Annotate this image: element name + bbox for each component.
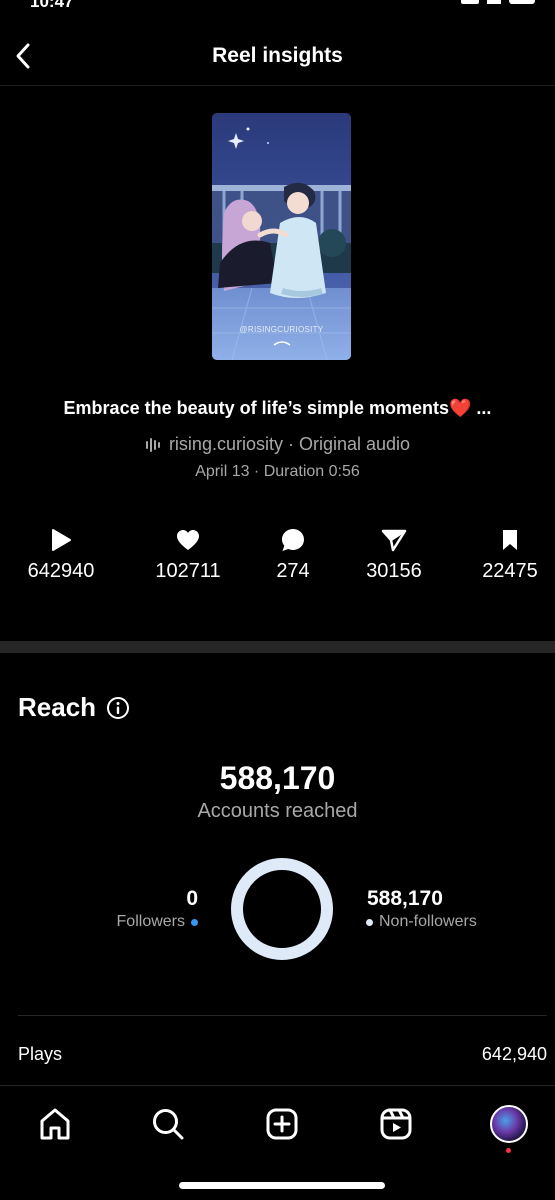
heart-icon (177, 530, 199, 550)
stat-plays[interactable]: 642940 (6, 526, 116, 583)
status-bar: 10:47 (0, 0, 555, 14)
non-followers-value: 588,170 (367, 887, 443, 910)
tab-profile[interactable] (489, 1104, 529, 1153)
likes-count: 102711 (155, 560, 221, 582)
comment-icon (282, 529, 304, 551)
create-icon (266, 1108, 298, 1140)
audio-label: · Original audio (282, 434, 411, 454)
non-followers-dot (366, 918, 373, 926)
followers-legend: Followers (117, 913, 198, 931)
reach-title: Reach (18, 692, 97, 722)
plays-count: 642940 (27, 560, 95, 582)
non-followers-legend: Non-followers (366, 913, 477, 931)
reels-icon (380, 1108, 412, 1140)
home-icon (40, 1108, 70, 1140)
search-icon (153, 1109, 184, 1140)
stats-row: 642940 102711 274 30156 22475 (0, 526, 555, 586)
info-icon[interactable] (106, 696, 130, 720)
header: Reel insights (0, 30, 555, 86)
accounts-reached-value: 588,170 (219, 760, 336, 796)
status-time: 10:47 (30, 0, 74, 11)
row-divider (18, 1015, 547, 1016)
heart-emoji: ❤️ (449, 398, 472, 418)
status-icons (461, 0, 535, 4)
wifi-icon (487, 0, 501, 4)
followers-label: Followers (116, 913, 185, 930)
reel-thumbnail[interactable]: @RISINGCURIOSITY (212, 113, 351, 360)
non-followers-segment (231, 858, 333, 960)
account-name: rising.curiosity (168, 434, 283, 454)
battery-icon (509, 0, 535, 4)
tab-home[interactable] (35, 1104, 75, 1144)
stat-likes[interactable]: 102711 (133, 526, 243, 583)
non-followers-label: Non-followers (379, 913, 477, 930)
plays-row: Plays 642,940 (18, 1044, 547, 1065)
profile-avatar (490, 1105, 528, 1143)
send-icon (381, 529, 407, 552)
tab-reels[interactable] (376, 1104, 416, 1144)
saves-count: 22475 (482, 560, 538, 582)
date-duration: April 13 · Duration 0:56 (195, 463, 360, 480)
stat-shares[interactable]: 30156 (339, 526, 449, 583)
bookmark-icon (503, 530, 517, 550)
plays-row-value: 642,940 (481, 1044, 547, 1064)
followers-dot (191, 918, 198, 926)
section-divider (0, 641, 555, 653)
audio-wave-icon (145, 438, 160, 453)
followers-value: 0 (186, 887, 198, 910)
stat-saves[interactable]: 22475 (455, 526, 555, 583)
stat-comments[interactable]: 274 (238, 526, 348, 583)
reach-donut-chart (231, 858, 333, 960)
plays-row-label: Plays (18, 1044, 63, 1064)
comments-count: 274 (276, 560, 310, 582)
notification-dot (506, 1148, 511, 1153)
shares-count: 30156 (366, 560, 422, 582)
reach-heading: Reach (18, 692, 130, 723)
tab-create[interactable] (262, 1104, 302, 1144)
home-indicator (179, 1182, 385, 1189)
signal-icon (461, 0, 479, 4)
caption-ellipsis: ... (471, 398, 492, 418)
page-title: Reel insights (212, 44, 343, 67)
accounts-reached-label: Accounts reached (197, 800, 358, 822)
play-icon (52, 529, 71, 551)
tab-search[interactable] (148, 1104, 188, 1144)
reel-caption[interactable]: Embrace the beauty of life’s simple mome… (0, 398, 555, 419)
caption-text: Embrace the beauty of life’s simple mome… (63, 398, 449, 418)
audio-line[interactable]: rising.curiosity · Original audio (0, 434, 555, 455)
reel-watermark: @RISINGCURIOSITY (239, 325, 324, 334)
